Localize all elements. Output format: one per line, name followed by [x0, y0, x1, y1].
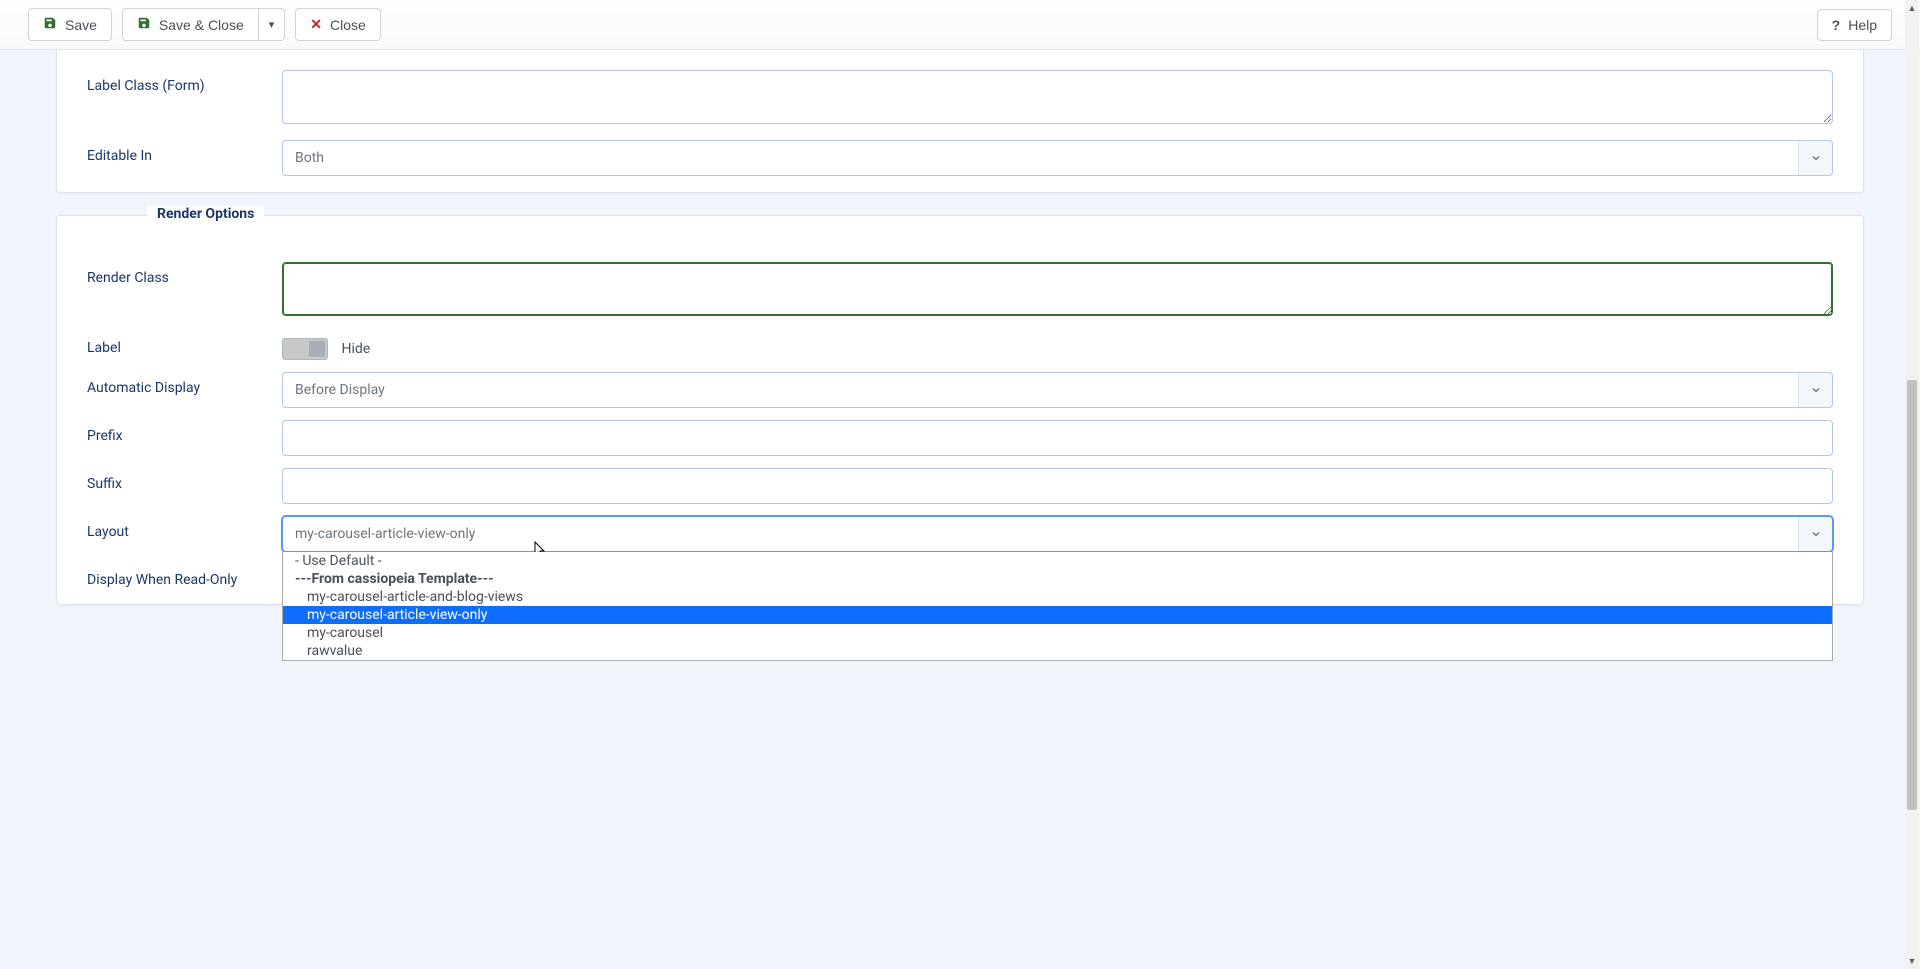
toolbar: Save Save & Close ▾ ✕ Close ? Help: [0, 0, 1920, 50]
select-editable-in[interactable]: Both: [282, 140, 1833, 176]
page-content: Label Class (Form) Editable In Both Rend…: [0, 50, 1920, 633]
help-icon: ?: [1832, 17, 1841, 33]
save-icon: [137, 16, 151, 33]
input-label-class-form[interactable]: [282, 70, 1833, 124]
chevron-down-icon: ▾: [269, 18, 275, 31]
row-suffix: Suffix: [57, 462, 1863, 510]
scrollbar-vertical[interactable]: ▲ ▼: [1905, 0, 1919, 969]
label-suffix: Suffix: [87, 468, 282, 492]
dropdown-item[interactable]: my-carousel-article-view-only: [283, 606, 1832, 624]
select-editable-in-value: Both: [295, 150, 324, 166]
save-close-dropdown-toggle[interactable]: ▾: [259, 8, 286, 41]
label-display-readonly: Display When Read-Only: [87, 564, 282, 588]
toggle-label[interactable]: [282, 338, 328, 360]
close-icon: ✕: [310, 16, 322, 33]
select-layout-value: my-carousel-article-view-only: [295, 526, 475, 542]
row-label-class-form: Label Class (Form): [57, 64, 1863, 134]
dropdown-item[interactable]: my-carousel-article-and-blog-views: [283, 588, 1832, 606]
render-options-fieldset: Render Options Render Class Label Hide A…: [56, 215, 1864, 605]
row-automatic-display: Automatic Display Before Display: [57, 366, 1863, 414]
save-icon: [43, 16, 57, 33]
render-options-legend: Render Options: [147, 206, 264, 222]
save-label: Save: [65, 17, 97, 33]
label-label-class-form: Label Class (Form): [87, 70, 282, 94]
row-render-class: Render Class: [57, 256, 1863, 326]
toggle-knob: [309, 341, 325, 357]
row-layout: Layout my-carousel-article-view-only - U…: [57, 510, 1863, 558]
label-prefix: Prefix: [87, 420, 282, 444]
dropdown-item[interactable]: rawvalue: [283, 642, 1832, 660]
row-prefix: Prefix: [57, 414, 1863, 462]
scrollbar-arrow-up-icon[interactable]: ▲: [1905, 0, 1919, 16]
chevron-down-icon: [1798, 517, 1832, 551]
close-button[interactable]: ✕ Close: [295, 8, 381, 41]
dropdown-item[interactable]: my-carousel: [283, 624, 1832, 642]
save-button[interactable]: Save: [28, 8, 112, 41]
label-label-toggle: Label: [87, 332, 282, 356]
label-automatic-display: Automatic Display: [87, 372, 282, 396]
select-layout[interactable]: my-carousel-article-view-only: [282, 516, 1833, 552]
toggle-label-text: Hide: [341, 341, 370, 357]
save-close-label: Save & Close: [159, 17, 244, 33]
dropdown-layout: - Use Default ----From cassiopeia Templa…: [282, 552, 1833, 661]
help-label: Help: [1848, 17, 1877, 33]
scrollbar-thumb[interactable]: [1907, 380, 1917, 810]
label-editable-in: Editable In: [87, 140, 282, 164]
input-render-class[interactable]: [282, 262, 1833, 316]
dropdown-item[interactable]: - Use Default -: [283, 552, 1832, 570]
help-button[interactable]: ? Help: [1817, 9, 1892, 41]
top-options-card: Label Class (Form) Editable In Both: [56, 50, 1864, 193]
chevron-down-icon: [1798, 373, 1832, 407]
scrollbar-arrow-down-icon[interactable]: ▼: [1905, 953, 1919, 969]
select-automatic-display-value: Before Display: [295, 382, 385, 398]
label-layout: Layout: [87, 516, 282, 540]
row-editable-in: Editable In Both: [57, 134, 1863, 182]
input-suffix[interactable]: [282, 468, 1833, 504]
save-close-button[interactable]: Save & Close: [122, 8, 259, 41]
chevron-down-icon: [1798, 141, 1832, 175]
row-label-toggle: Label Hide: [57, 326, 1863, 366]
input-prefix[interactable]: [282, 420, 1833, 456]
close-label: Close: [330, 17, 366, 33]
dropdown-item: ---From cassiopeia Template---: [283, 570, 1832, 588]
select-automatic-display[interactable]: Before Display: [282, 372, 1833, 408]
label-render-class: Render Class: [87, 262, 282, 286]
save-close-group: Save & Close ▾: [122, 8, 285, 41]
